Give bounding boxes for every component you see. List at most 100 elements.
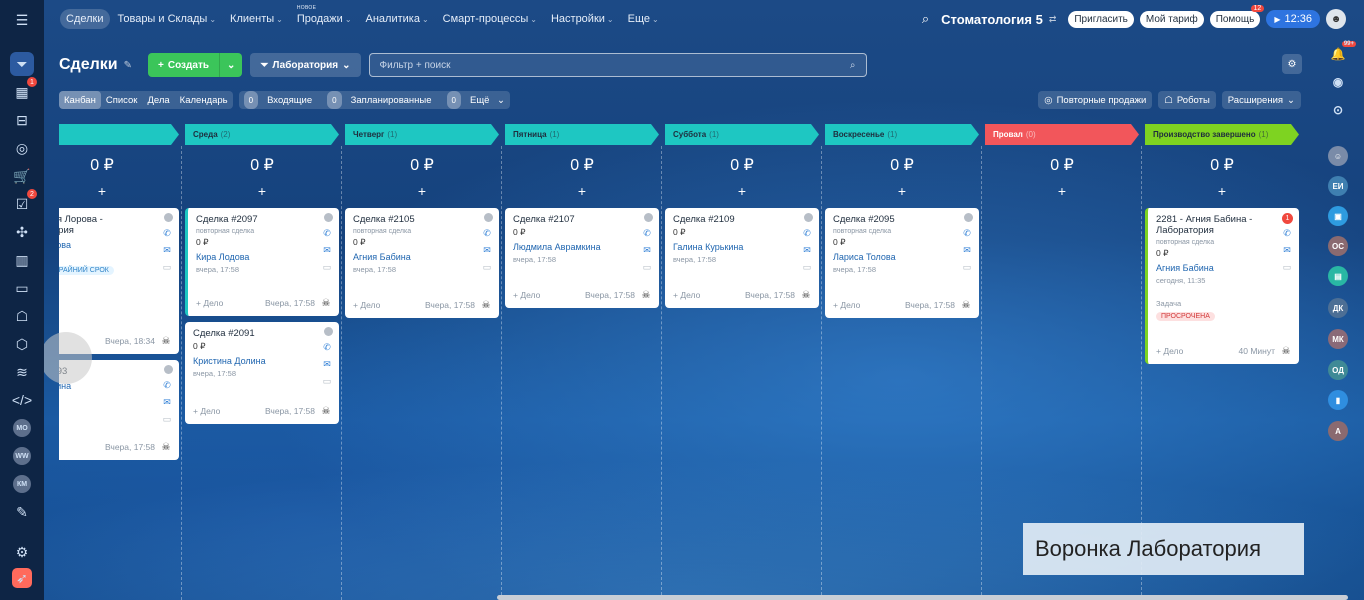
deal-title[interactable]: Сделка #2095 <box>833 214 971 225</box>
extensions-button[interactable]: Расширения ⌄ <box>1221 91 1301 109</box>
menu-item-1[interactable]: Товары и Склады ⌄ <box>112 9 223 29</box>
email-icon[interactable]: ✉ <box>1281 245 1293 255</box>
stage-header[interactable]: Пятница (1) <box>505 124 659 145</box>
chat-icon[interactable]: ▭ <box>161 414 173 424</box>
menu-item-0[interactable]: Сделки <box>60 9 110 29</box>
stage-header[interactable]: Четверг (1) <box>345 124 499 145</box>
stage-header[interactable]: Производство завершено (1) <box>1145 124 1299 145</box>
menu-item-7[interactable]: Еще ⌄ <box>622 9 665 29</box>
chat-icon[interactable]: ▭ <box>641 262 653 272</box>
board-settings-icon[interactable]: ⚙ <box>1282 54 1302 74</box>
email-icon[interactable]: ✉ <box>641 245 653 255</box>
view-kanban[interactable]: Канбан <box>59 91 101 109</box>
add-deal-button[interactable]: + <box>1145 183 1299 201</box>
avatar-km[interactable]: КМ <box>13 475 31 493</box>
stage-header[interactable]: Суббота (1) <box>665 124 819 145</box>
deal-card[interactable]: Сделка #2097 повторная сделка 0 ₽ Кира Лодо… <box>185 208 339 316</box>
chat-icon[interactable]: ▭ <box>1281 262 1293 272</box>
email-icon[interactable]: ✉ <box>961 245 973 255</box>
phone-icon[interactable]: ✆ <box>161 380 173 390</box>
filter-search-input[interactable]: Фильтр + поиск ⌕ <box>368 53 867 77</box>
add-activity-button[interactable]: + Дело <box>833 300 860 310</box>
add-activity-button[interactable]: + Дело <box>193 406 220 416</box>
pin-icon[interactable]: ✎ <box>124 60 132 71</box>
add-activity-button[interactable]: + Дело <box>1156 346 1183 356</box>
add-activity-button[interactable]: + Дело <box>673 290 700 300</box>
puzzle-icon[interactable]: ✣ <box>10 220 34 244</box>
cart-icon[interactable]: 🛒 <box>10 164 34 188</box>
avatar-os[interactable]: ОС <box>1328 236 1348 256</box>
phone-icon[interactable]: ✆ <box>1281 228 1293 238</box>
avatar-dk[interactable]: ДК <box>1328 298 1348 318</box>
client-link[interactable]: Галина Курькина <box>673 242 811 252</box>
deal-title[interactable]: Сделка #2097 <box>196 214 331 225</box>
email-icon[interactable]: ✉ <box>161 397 173 407</box>
deal-title[interactable]: Сделка #2107 <box>513 214 651 225</box>
add-activity-button[interactable]: + Дело <box>353 300 380 310</box>
chat-icon[interactable]: ▭ <box>801 262 813 272</box>
timer-button[interactable]: ▶ 12:36 <box>1266 10 1320 28</box>
view-activities[interactable]: Дела <box>142 91 174 109</box>
deal-card[interactable]: Мария Лорова - аратория я Лорова 18:04 НЁН … <box>59 208 179 354</box>
deal-title[interactable]: Сделка #2109 <box>673 214 811 225</box>
add-deal-button[interactable]: + <box>345 183 499 201</box>
search-icon[interactable]: ⌕ <box>922 11 929 27</box>
view-calendar[interactable]: Календарь <box>175 91 233 109</box>
deal-title[interactable]: Сделка #2091 <box>193 328 331 339</box>
chat-icon[interactable]: ▭ <box>481 262 493 272</box>
id-card-icon[interactable]: ▭ <box>10 276 34 300</box>
edit-doc-icon[interactable]: ✎ <box>10 500 34 524</box>
client-link[interactable]: Агния Бабина <box>1156 263 1291 273</box>
bell-icon[interactable]: 🔔 99+ <box>1328 41 1356 64</box>
create-dropdown-icon[interactable]: ⌄ <box>220 60 242 71</box>
tariff-button[interactable]: Мой тариф <box>1139 10 1204 28</box>
deal-card[interactable]: Сделка #2095 повторная сделка 0 ₽ Лариса То… <box>825 208 979 318</box>
inbox-icon[interactable]: ⊟ <box>10 108 34 132</box>
company-name[interactable]: Стоматология 5 <box>941 12 1043 27</box>
scroll-left-handle[interactable] <box>40 332 92 384</box>
planned-filter[interactable]: 0 Запланированные <box>322 91 441 109</box>
deal-card[interactable]: Сделка #2109 0 ₽ Галина Курькина вчера, 17:… <box>665 208 819 308</box>
owner-avatar-icon[interactable]: ☠ <box>959 298 973 312</box>
avatar-photo[interactable]: ☺ <box>1328 146 1348 166</box>
phone-icon[interactable]: ✆ <box>481 228 493 238</box>
phone-icon[interactable]: ✆ <box>641 228 653 238</box>
deal-card[interactable]: Сделка #2091 0 ₽ Кристина Долина вчера, 17:… <box>185 322 339 424</box>
chat-icon[interactable]: ▭ <box>321 376 333 386</box>
email-icon[interactable]: ✉ <box>161 245 173 255</box>
client-link[interactable]: Агния Бабина <box>353 252 491 262</box>
user-avatar[interactable]: ☻ <box>1326 9 1346 29</box>
stage-header[interactable]: Провал (0) <box>985 124 1139 145</box>
help-button[interactable]: Помощь 12 <box>1209 4 1265 28</box>
email-icon[interactable]: ✉ <box>321 245 333 255</box>
code-icon[interactable]: </> <box>10 388 34 412</box>
avatar-a[interactable]: А <box>1328 421 1348 441</box>
owner-avatar-icon[interactable]: ☠ <box>479 298 493 312</box>
owner-avatar-icon[interactable]: ☠ <box>159 334 173 348</box>
swap-icon[interactable]: ⇄ <box>1049 14 1057 25</box>
pipeline-select[interactable]: ⏷ Лаборатория ⌄ <box>250 53 361 77</box>
add-deal-button[interactable]: + <box>59 183 179 201</box>
analytics-icon[interactable]: ▥ <box>10 248 34 272</box>
add-deal-button[interactable]: + <box>825 183 979 201</box>
menu-item-4[interactable]: Аналитика ⌄ <box>360 9 435 29</box>
phone-icon[interactable]: ✆ <box>161 228 173 238</box>
chat-search-icon[interactable]: ⊙ <box>1328 100 1348 120</box>
chat-icon[interactable]: ▭ <box>161 262 173 272</box>
add-activity-button[interactable]: + Дело <box>196 298 223 308</box>
horizontal-scrollbar[interactable] <box>497 595 1348 600</box>
client-link[interactable]: Кристина Долина <box>193 356 331 366</box>
phone-icon[interactable]: ✆ <box>961 228 973 238</box>
settings-gear-icon[interactable]: ⚙ <box>10 540 34 564</box>
chat-icon[interactable]: ▭ <box>321 262 333 272</box>
checkbox-icon[interactable]: ☑ 2 <box>10 189 37 216</box>
deal-card[interactable]: 2281 - Агния Бабина - Лаборатория повторн… <box>1145 208 1299 364</box>
add-deal-button[interactable]: + <box>665 183 819 201</box>
chat-icon[interactable]: ▭ <box>961 262 973 272</box>
deal-title[interactable]: 2281 - Агния Бабина - Лаборатория <box>1156 214 1291 236</box>
add-activity-button[interactable]: + Дело <box>513 290 540 300</box>
client-link[interactable]: а Рапина <box>59 381 171 391</box>
incoming-filter[interactable]: 0 Входящие <box>239 91 323 109</box>
deal-card[interactable]: Сделка #2105 повторная сделка 0 ₽ Агния Баб… <box>345 208 499 318</box>
menu-item-5[interactable]: Смарт-процессы ⌄ <box>437 9 543 29</box>
